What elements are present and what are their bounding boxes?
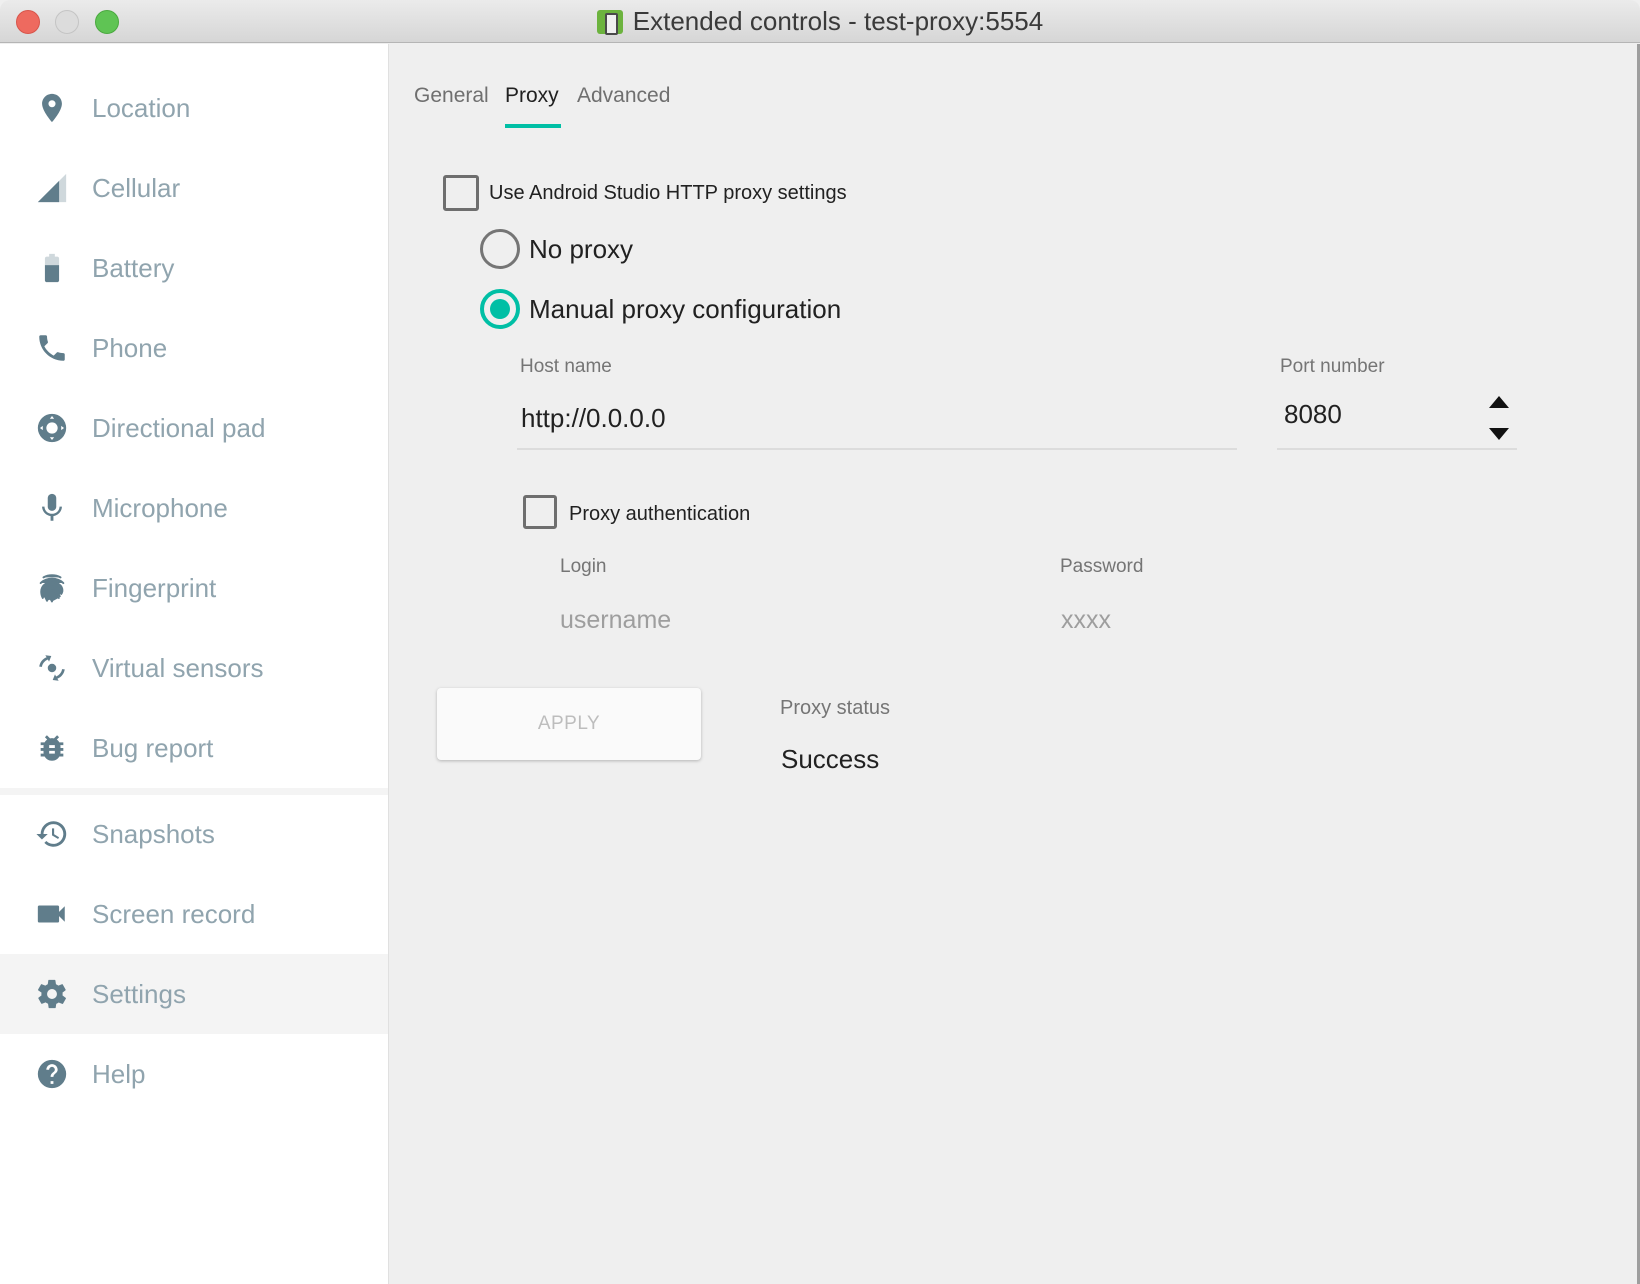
manual-proxy-label: Manual proxy configuration <box>529 294 842 324</box>
sidebar-item-label: Screen record <box>92 898 256 929</box>
sidebar-item-virtual-sensors[interactable]: Virtual sensors <box>0 628 388 708</box>
no-proxy-label: No proxy <box>529 234 634 264</box>
settings-content: General Proxy Advanced Use Android Studi… <box>388 44 1637 1284</box>
sidebar-item-settings[interactable]: Settings <box>0 954 388 1034</box>
sidebar: Location Cellular Battery Phone Directio… <box>0 44 388 1284</box>
sidebar-item-label: Microphone <box>92 492 228 523</box>
sidebar-item-microphone[interactable]: Microphone <box>0 468 388 548</box>
virtual-sensors-icon <box>34 650 70 686</box>
sidebar-item-battery[interactable]: Battery <box>0 228 388 308</box>
sidebar-item-label: Settings <box>92 978 186 1009</box>
title-bar[interactable]: Extended controls - test-proxy:5554 <box>0 0 1640 43</box>
proxy-auth-label: Proxy authentication <box>569 503 751 525</box>
port-number-input[interactable] <box>1284 396 1464 432</box>
use-studio-proxy-checkbox[interactable] <box>443 175 479 211</box>
password-label: Password <box>1060 556 1144 577</box>
login-label: Login <box>560 556 607 577</box>
title-wrap: Extended controls - test-proxy:5554 <box>0 0 1640 43</box>
active-tab-indicator <box>505 124 561 128</box>
sidebar-item-label: Virtual sensors <box>92 652 264 683</box>
tab-general[interactable]: General <box>414 84 489 108</box>
help-icon <box>34 1056 70 1092</box>
tab-advanced[interactable]: Advanced <box>577 84 670 108</box>
port-number-underline <box>1277 448 1517 450</box>
no-proxy-radio[interactable] <box>480 229 520 269</box>
password-input[interactable] <box>1061 602 1461 638</box>
gear-icon <box>34 976 70 1012</box>
sidebar-item-label: Directional pad <box>92 412 266 443</box>
window-title: Extended controls - test-proxy:5554 <box>632 6 1044 36</box>
host-name-label: Host name <box>520 356 612 377</box>
use-studio-proxy-label: Use Android Studio HTTP proxy settings <box>489 182 847 204</box>
proxy-status-value: Success <box>781 744 880 774</box>
microphone-icon <box>34 490 70 526</box>
proxy-status-label: Proxy status <box>780 697 891 719</box>
cellular-signal-icon <box>34 170 70 206</box>
sidebar-item-label: Location <box>92 92 191 123</box>
sidebar-item-label: Help <box>92 1058 146 1089</box>
port-number-label: Port number <box>1280 356 1385 377</box>
port-decrement-arrow-icon[interactable] <box>1489 428 1509 440</box>
phone-icon <box>34 330 70 366</box>
sidebar-item-label: Battery <box>92 252 175 283</box>
sidebar-item-label: Bug report <box>92 732 214 763</box>
videocam-icon <box>34 896 70 932</box>
battery-icon <box>34 250 70 286</box>
history-icon <box>34 816 70 852</box>
sidebar-item-phone[interactable]: Phone <box>0 308 388 388</box>
location-pin-icon <box>34 90 70 126</box>
sidebar-item-location[interactable]: Location <box>0 68 388 148</box>
sidebar-item-label: Cellular <box>92 172 181 203</box>
sidebar-item-label: Snapshots <box>92 818 215 849</box>
sidebar-item-fingerprint[interactable]: Fingerprint <box>0 548 388 628</box>
login-input[interactable] <box>560 602 960 638</box>
bug-icon <box>34 730 70 766</box>
sidebar-item-cellular[interactable]: Cellular <box>0 148 388 228</box>
extended-controls-window: Extended controls - test-proxy:5554 Loca… <box>0 0 1640 1284</box>
host-name-underline <box>517 448 1237 450</box>
sidebar-item-help[interactable]: Help <box>0 1034 388 1114</box>
sidebar-item-label: Phone <box>92 332 168 363</box>
sidebar-item-bug-report[interactable]: Bug report <box>0 708 388 788</box>
sidebar-item-label: Fingerprint <box>92 572 217 603</box>
manual-proxy-radio[interactable] <box>480 289 520 329</box>
dpad-icon <box>34 410 70 446</box>
emulator-phone-icon <box>596 9 623 35</box>
apply-button[interactable]: APPLY <box>437 688 701 760</box>
proxy-auth-checkbox[interactable] <box>523 495 557 529</box>
tab-proxy[interactable]: Proxy <box>505 84 559 108</box>
sidebar-item-directional-pad[interactable]: Directional pad <box>0 388 388 468</box>
sidebar-item-snapshots[interactable]: Snapshots <box>0 794 388 874</box>
host-name-input[interactable] <box>521 400 1221 436</box>
fingerprint-icon <box>34 570 70 606</box>
sidebar-item-screen-record[interactable]: Screen record <box>0 874 388 954</box>
port-increment-arrow-icon[interactable] <box>1489 396 1509 408</box>
